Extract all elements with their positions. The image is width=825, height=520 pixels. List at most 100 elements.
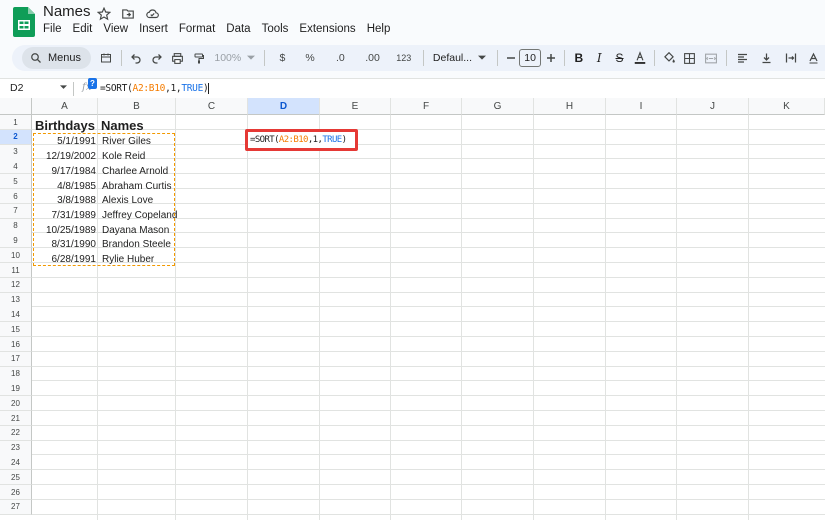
row-header-23[interactable]: 23: [0, 440, 32, 456]
row-header-6[interactable]: 6: [0, 189, 32, 204]
row-header-20[interactable]: 20: [0, 396, 32, 412]
row-header-14[interactable]: 14: [0, 307, 32, 323]
row-header-16[interactable]: 16: [0, 337, 32, 352]
row-header-22[interactable]: 22: [0, 425, 32, 441]
column-header-j[interactable]: J: [677, 98, 749, 115]
strikethrough-button[interactable]: S: [609, 47, 629, 69]
plus-icon: [546, 54, 555, 62]
cell-a1[interactable]: Birthdays: [35, 118, 95, 134]
row-header-9[interactable]: 9: [0, 233, 32, 249]
column-gridline: [605, 115, 606, 520]
chevron-down-icon[interactable]: [60, 85, 67, 90]
menus-search-button[interactable]: Menus: [22, 47, 92, 69]
menu-file[interactable]: File: [43, 23, 67, 35]
zoom-value: 100%: [214, 52, 242, 64]
column-gridline: [247, 115, 248, 520]
row-header-5[interactable]: 5: [0, 174, 32, 190]
text-color-button[interactable]: [630, 47, 650, 69]
text-rotation-button[interactable]: [803, 47, 825, 69]
spreadsheet-grid[interactable]: A B C D E F G H I J K 1 2 3 4 5 6 7 8 9 10 11 12 13 1…: [0, 98, 825, 520]
number-format-button[interactable]: 123: [389, 47, 419, 69]
increase-decimal-button[interactable]: .00: [356, 47, 388, 69]
zoom-select[interactable]: 100%: [209, 47, 260, 69]
merge-cells-button[interactable]: [700, 47, 722, 69]
column-header-d[interactable]: D: [248, 98, 320, 115]
row-header-8[interactable]: 8: [0, 218, 32, 234]
toolbar-divider: [264, 50, 266, 66]
font-size-increase-button[interactable]: [541, 47, 559, 69]
row-header-10[interactable]: 10: [0, 248, 32, 264]
app-header: Names File Edit View Insert Format Data …: [0, 0, 825, 42]
menu-help[interactable]: Help: [367, 23, 396, 35]
move-folder-icon[interactable]: [120, 6, 136, 22]
column-header-i[interactable]: I: [606, 98, 677, 115]
print-icon[interactable]: [167, 47, 189, 69]
row-header-24[interactable]: 24: [0, 455, 32, 471]
row-header-21[interactable]: 21: [0, 411, 32, 426]
column-header-g[interactable]: G: [462, 98, 534, 115]
menu-format[interactable]: Format: [179, 23, 220, 35]
vertical-align-button[interactable]: [755, 47, 779, 69]
horizontal-align-button[interactable]: [731, 47, 755, 69]
formula-input[interactable]: =SORT(A2:B10,1,TRUE): [100, 83, 210, 94]
column-header-a[interactable]: A: [32, 98, 98, 115]
select-all-corner[interactable]: [0, 98, 32, 115]
row-gridline: [32, 454, 825, 456]
formula-close: ): [341, 135, 347, 145]
fill-color-button[interactable]: [659, 47, 679, 69]
formula-help-icon[interactable]: ?: [88, 78, 97, 89]
menu-extensions[interactable]: Extensions: [299, 23, 360, 35]
font-size-input[interactable]: 10: [518, 49, 542, 67]
row-header-4[interactable]: 4: [0, 159, 32, 175]
row-header-2[interactable]: 2: [0, 129, 32, 145]
sheets-logo-icon[interactable]: [13, 7, 35, 37]
undo-icon[interactable]: [126, 47, 146, 69]
name-box[interactable]: D2: [10, 82, 23, 94]
row-header-26[interactable]: 26: [0, 485, 32, 500]
row-header-25[interactable]: 25: [0, 470, 32, 486]
column-header-c[interactable]: C: [176, 98, 248, 115]
paint-format-icon[interactable]: [189, 47, 209, 69]
row-header-19[interactable]: 19: [0, 381, 32, 397]
italic-button[interactable]: I: [589, 47, 609, 69]
row-header-1[interactable]: 1: [0, 115, 32, 130]
active-cell-formula[interactable]: =SORT(A2:B10,1,TRUE): [250, 135, 347, 145]
font-family-select[interactable]: Defaul...: [428, 47, 493, 69]
text-wrap-button[interactable]: [779, 47, 803, 69]
row-gridline: [32, 321, 825, 323]
borders-button[interactable]: [679, 47, 699, 69]
increase-decimal-label: .00: [365, 52, 380, 64]
bold-button[interactable]: B: [569, 47, 589, 69]
menu-view[interactable]: View: [103, 23, 133, 35]
font-size-decrease-button[interactable]: [502, 47, 519, 69]
decrease-decimal-button[interactable]: .0: [324, 47, 356, 69]
row-header-13[interactable]: 13: [0, 292, 32, 308]
row-header-18[interactable]: 18: [0, 366, 32, 382]
row-header-12[interactable]: 12: [0, 277, 32, 293]
row-header-11[interactable]: 11: [0, 263, 32, 278]
column-header-h[interactable]: H: [534, 98, 606, 115]
formula-prefix: =SORT(: [100, 83, 133, 94]
star-icon[interactable]: [96, 6, 112, 22]
row-header-27[interactable]: 27: [0, 499, 32, 515]
currency-format-button[interactable]: $: [269, 47, 296, 69]
row-header-17[interactable]: 17: [0, 351, 32, 367]
column-header-k[interactable]: K: [749, 98, 825, 115]
row-header-3[interactable]: 3: [0, 144, 32, 160]
column-header-e[interactable]: E: [320, 98, 391, 115]
document-title[interactable]: Names: [43, 3, 91, 20]
column-header-f[interactable]: F: [391, 98, 462, 115]
cell-b1[interactable]: Names: [101, 118, 144, 134]
percent-format-button[interactable]: %: [296, 47, 324, 69]
menu-data[interactable]: Data: [226, 23, 255, 35]
row-header-15[interactable]: 15: [0, 322, 32, 338]
column-header-b[interactable]: B: [98, 98, 176, 115]
menu-edit[interactable]: Edit: [73, 23, 98, 35]
cloud-status-icon[interactable]: [144, 6, 160, 22]
redo-icon[interactable]: [146, 47, 166, 69]
calendar-icon[interactable]: [95, 47, 117, 69]
row-header-7[interactable]: 7: [0, 203, 32, 219]
menu-insert[interactable]: Insert: [139, 23, 173, 35]
menu-tools[interactable]: Tools: [262, 23, 294, 35]
minus-icon: [506, 57, 515, 59]
